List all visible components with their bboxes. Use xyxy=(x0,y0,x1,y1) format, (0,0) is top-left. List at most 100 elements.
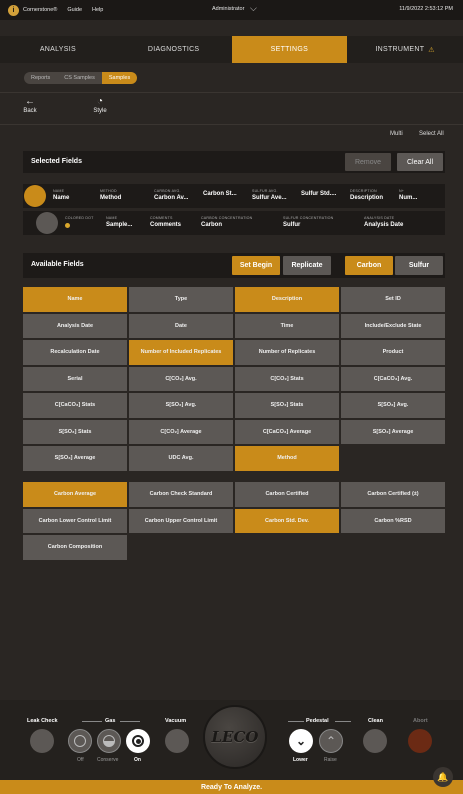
chevron-down-icon[interactable]: ⌵ xyxy=(250,3,257,14)
selected-field[interactable]: METHOD Method xyxy=(100,189,121,201)
field-option-carbon-certified[interactable]: Carbon Certified (±) xyxy=(341,482,445,507)
vacuum-button[interactable] xyxy=(165,729,189,753)
field-option-s-so-avg[interactable]: S[SO₂] Avg. xyxy=(129,393,233,418)
gas-on-button[interactable] xyxy=(126,729,150,753)
notification-bell-icon[interactable]: 🔔 xyxy=(433,767,453,787)
field-option-c-caco-stats[interactable]: C[CaCO₃] Stats xyxy=(23,393,127,418)
style-button[interactable]: ◔ Style xyxy=(80,96,120,114)
abort-label: Abort xyxy=(413,718,428,724)
abort-button[interactable] xyxy=(408,729,432,753)
field-option-s-so-stats[interactable]: S[SO₃] Stats xyxy=(23,419,127,444)
remove-button[interactable]: Remove xyxy=(345,153,391,171)
selected-field[interactable]: N+ Num... xyxy=(399,189,417,201)
field-option-carbon-std-dev[interactable]: Carbon Std. Dev. xyxy=(235,508,339,533)
arrow-left-icon: ← xyxy=(25,96,35,107)
row-selected-indicator[interactable] xyxy=(24,185,46,207)
palette-icon: ◔ xyxy=(96,96,104,107)
carbon-button[interactable]: Carbon xyxy=(345,256,393,275)
field-option-c-co-average[interactable]: C[CO₂] Average xyxy=(129,419,233,444)
field-option-product[interactable]: Product xyxy=(341,340,445,365)
pedestal-lower-button[interactable]: ⌄ xyxy=(289,729,313,753)
field-option-carbon-rsd[interactable]: Carbon %RSD xyxy=(341,508,445,533)
field-option-c-caco-average[interactable]: C[CaCO₃] Average xyxy=(235,419,339,444)
field-option-name[interactable]: Name xyxy=(23,287,127,312)
field-option-carbon-average[interactable]: Carbon Average xyxy=(23,482,127,507)
pedestal-bracket xyxy=(288,721,304,722)
field-option-udc-avg[interactable]: UDC Avg. xyxy=(129,446,233,471)
gas-off-button[interactable] xyxy=(68,729,92,753)
field-option-s-so-avg[interactable]: S[SO₃] Avg. xyxy=(341,393,445,418)
field-option-c-co-avg[interactable]: C[CO₂] Avg. xyxy=(129,366,233,391)
gas-conserve-button[interactable] xyxy=(97,729,121,753)
clear-all-button[interactable]: Clear All xyxy=(397,153,443,171)
breadcrumb-reports[interactable]: Reports xyxy=(24,72,58,84)
breadcrumb-samples[interactable]: Samples xyxy=(101,72,138,84)
selected-field[interactable]: SULFUR AVG. Sulfur Ave... xyxy=(252,189,287,201)
selected-field[interactable]: SULFUR CONCENTRATION Sulfur xyxy=(283,216,333,228)
field-option-type[interactable]: Type xyxy=(129,287,233,312)
field-option-recalculation-date[interactable]: Recalculation Date xyxy=(23,340,127,365)
row-unselected-indicator[interactable] xyxy=(36,212,58,234)
selected-field[interactable]: Carbon St... xyxy=(203,189,237,197)
field-option-number-of-included-replicates[interactable]: Number of Included Replicates xyxy=(129,340,233,365)
tab-analysis[interactable]: ANALYSIS xyxy=(0,36,116,63)
replicate-button[interactable]: Replicate xyxy=(283,256,331,275)
breadcrumb-cs-samples[interactable]: CS Samples xyxy=(57,72,102,84)
field-label: CARBON CONCENTRATION xyxy=(201,216,253,220)
multi-button[interactable]: Multi xyxy=(390,131,403,137)
selected-field[interactable]: NAME Sample... xyxy=(106,216,132,228)
field-option-date[interactable]: Date xyxy=(129,313,233,338)
tab-diagnostics[interactable]: DIAGNOSTICS xyxy=(116,36,232,63)
user-name[interactable]: Administrator xyxy=(212,6,244,12)
field-option-number-of-replicates[interactable]: Number of Replicates xyxy=(235,340,339,365)
selected-field[interactable]: CARBON AVG. Carbon Av... xyxy=(154,189,188,201)
field-label: NAME xyxy=(106,216,118,220)
selected-field[interactable]: DESCRIPTION Description xyxy=(350,189,383,201)
field-option-c-co-stats[interactable]: C[CO₂] Stats xyxy=(235,366,339,391)
field-option-s-so-stats[interactable]: S[SO₂] Stats xyxy=(235,393,339,418)
selected-field[interactable]: NAME Name xyxy=(53,189,69,201)
field-option-analysis-date[interactable]: Analysis Date xyxy=(23,313,127,338)
field-option-description[interactable]: Description xyxy=(235,287,339,312)
field-option-carbon-certified[interactable]: Carbon Certified xyxy=(235,482,339,507)
tab-instrument[interactable]: INSTRUMENT ⚠ xyxy=(347,36,463,63)
leak-check-button[interactable] xyxy=(30,729,54,753)
style-label: Style xyxy=(93,108,107,114)
field-option-carbon-composition[interactable]: Carbon Composition xyxy=(23,535,127,560)
field-option-method[interactable]: Method xyxy=(235,446,339,471)
field-value: Sulfur Ave... xyxy=(252,195,287,201)
field-option-include-exclude-state[interactable]: Include/Exclude State xyxy=(341,313,445,338)
select-all-button[interactable]: Select All xyxy=(419,131,444,137)
radio-empty-icon xyxy=(74,735,86,747)
field-option-time[interactable]: Time xyxy=(235,313,339,338)
selected-field[interactable]: COMMENTS Comments xyxy=(150,216,181,228)
field-value: Num... xyxy=(399,195,418,201)
field-option-carbon-upper-control-limit[interactable]: Carbon Upper Control Limit xyxy=(129,508,233,533)
selected-field[interactable]: CARBON CONCENTRATION Carbon xyxy=(201,216,252,228)
field-option-set-id[interactable]: Set ID xyxy=(341,287,445,312)
field-label: DESCRIPTION xyxy=(350,189,377,193)
leco-analyze-button[interactable]: LECO xyxy=(203,705,267,769)
set-begin-button[interactable]: Set Begin xyxy=(232,256,280,275)
field-label: COMMENTS xyxy=(150,216,173,220)
field-label: COLORED DOT xyxy=(65,216,94,220)
selected-field[interactable]: Sulfur Std.... xyxy=(301,189,336,197)
gas-conserve-label: Conserve xyxy=(97,757,119,763)
field-option-s-so-average[interactable]: S[SO₂] Average xyxy=(341,419,445,444)
back-button[interactable]: ← Back xyxy=(10,96,50,114)
selected-fields-row-1[interactable]: NAME Name METHOD Method CARBON AVG. Carb… xyxy=(23,184,445,208)
selected-field[interactable]: ANALYSIS DATE Analysis Date xyxy=(364,216,403,228)
pedestal-raise-button[interactable]: ⌃ xyxy=(319,729,343,753)
selected-fields-row-2[interactable]: COLORED DOT NAME Sample... COMMENTS Comm… xyxy=(23,211,445,235)
tab-settings[interactable]: SETTINGS xyxy=(231,36,348,63)
field-option-serial[interactable]: Serial xyxy=(23,366,127,391)
selected-field[interactable]: COLORED DOT xyxy=(65,216,94,228)
field-option-carbon-check-standard[interactable]: Carbon Check Standard xyxy=(129,482,233,507)
field-option-carbon-lower-control-limit[interactable]: Carbon Lower Control Limit xyxy=(23,508,127,533)
help-link[interactable]: Help xyxy=(92,7,103,13)
clean-button[interactable] xyxy=(363,729,387,753)
sulfur-button[interactable]: Sulfur xyxy=(395,256,443,275)
field-option-c-caco-avg[interactable]: C[CaCO₃] Avg. xyxy=(341,366,445,391)
guide-link[interactable]: Guide xyxy=(67,7,82,13)
field-option-s-so-average[interactable]: S[SO₃] Average xyxy=(23,446,127,471)
